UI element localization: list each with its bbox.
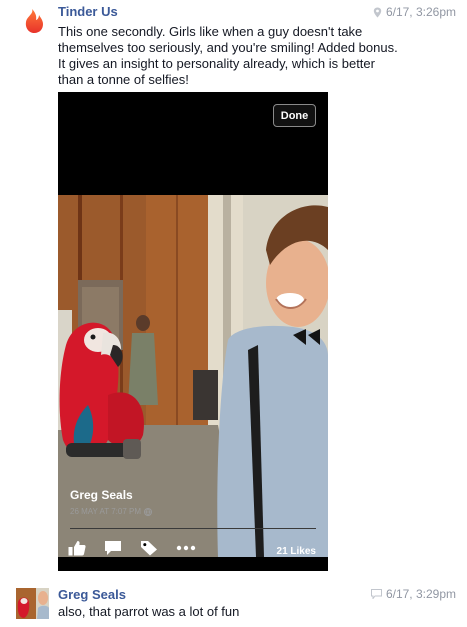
like-icon[interactable] <box>68 540 86 556</box>
sender-name[interactable]: Greg Seals <box>58 587 126 602</box>
message-text-line: This one secondly. Girls like when a guy… <box>58 24 363 39</box>
globe-icon <box>144 507 152 516</box>
message-text: This one secondly. Girls like when a guy… <box>58 24 398 88</box>
done-button[interactable]: Done <box>273 104 316 127</box>
tag-icon[interactable] <box>140 540 158 556</box>
message-meta: 6/17, 3:26pm <box>373 5 456 19</box>
message-time: 6/17, 3:26pm <box>385 5 456 19</box>
location-pin-icon <box>373 7 382 17</box>
avatar[interactable] <box>16 588 49 619</box>
photo-viewer[interactable]: Done Greg Seals 26 MAY AT 7:07 PM 21 Lik… <box>58 92 328 571</box>
sender-name[interactable]: Tinder Us <box>58 4 118 19</box>
comment-icon[interactable] <box>104 540 122 556</box>
message-text-line: than a tonne of selfies! <box>58 72 189 87</box>
more-icon[interactable] <box>176 545 196 551</box>
message-time: 6/17, 3:29pm <box>385 587 456 601</box>
chat-bubble-icon <box>370 589 382 599</box>
message-text-line: themselves too seriously, and you're smi… <box>58 40 398 55</box>
message-text: also, that parrot was a lot of fun <box>58 604 240 619</box>
photo-owner-name[interactable]: Greg Seals <box>70 488 133 502</box>
message-text-line: It gives an insight to personality alrea… <box>58 56 375 71</box>
photo-image <box>58 195 328 557</box>
photo[interactable] <box>58 195 328 557</box>
avatar-image <box>16 588 49 619</box>
photo-actions <box>68 540 196 556</box>
likes-count[interactable]: 21 Likes <box>277 546 316 557</box>
photo-timestamp-text: 26 MAY AT 7:07 PM <box>70 507 141 516</box>
message-meta: 6/17, 3:29pm <box>370 587 456 601</box>
tinder-flame-icon <box>25 9 43 33</box>
photo-timestamp: 26 MAY AT 7:07 PM <box>70 507 152 516</box>
photo-divider <box>70 528 316 529</box>
